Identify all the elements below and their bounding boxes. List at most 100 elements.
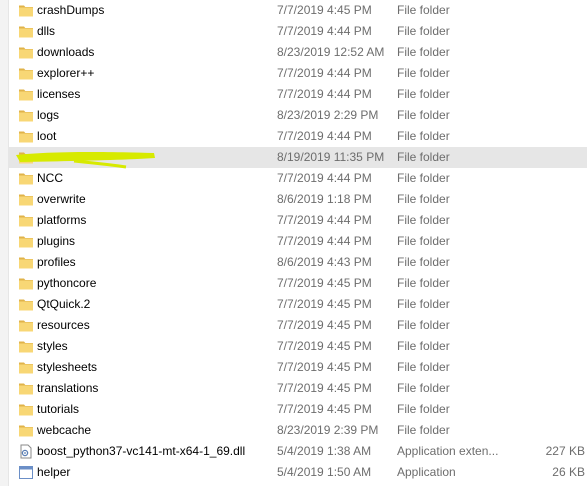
file-size bbox=[517, 231, 585, 252]
file-row-stylesheets[interactable]: stylesheets 7/7/2019 4:45 PM File folder bbox=[8, 357, 587, 378]
file-row-logs[interactable]: logs 8/23/2019 2:29 PM File folder bbox=[8, 105, 587, 126]
file-size: 227 KB bbox=[545, 444, 585, 458]
file-type: File folder bbox=[397, 108, 450, 122]
file-size bbox=[517, 378, 585, 399]
file-name: stylesheets bbox=[37, 360, 98, 374]
folder-icon bbox=[18, 234, 34, 249]
file-row-loot[interactable]: loot 7/7/2019 4:44 PM File folder bbox=[8, 126, 587, 147]
folder-icon bbox=[18, 213, 34, 228]
file-name: QtQuick.2 bbox=[37, 297, 91, 311]
file-row-qtquick-2[interactable]: QtQuick.2 7/7/2019 4:45 PM File folder bbox=[8, 294, 587, 315]
file-size bbox=[517, 105, 585, 126]
file-date-modified: 7/7/2019 4:44 PM bbox=[277, 24, 372, 38]
folder-icon bbox=[18, 24, 34, 39]
file-row-crashdumps[interactable]: crashDumps 7/7/2019 4:45 PM File folder bbox=[8, 0, 587, 21]
file-size bbox=[517, 63, 585, 84]
file-type: File folder bbox=[397, 339, 450, 353]
file-row-resources[interactable]: resources 7/7/2019 4:45 PM File folder bbox=[8, 315, 587, 336]
file-name: downloads bbox=[37, 45, 95, 59]
file-date-modified: 8/19/2019 11:35 PM bbox=[277, 150, 385, 164]
file-row-profiles[interactable]: profiles 8/6/2019 4:43 PM File folder bbox=[8, 252, 587, 273]
folder-icon bbox=[18, 255, 34, 270]
file-name: logs bbox=[37, 108, 60, 122]
file-type: File folder bbox=[397, 423, 450, 437]
file-list: crashDumps 7/7/2019 4:45 PM File folder dl… bbox=[0, 0, 587, 486]
file-type: Application exten... bbox=[397, 444, 499, 458]
folder-icon bbox=[18, 423, 34, 438]
file-type: File folder bbox=[397, 234, 450, 248]
file-size bbox=[517, 399, 585, 420]
file-row-translations[interactable]: translations 7/7/2019 4:45 PM File folder bbox=[8, 378, 587, 399]
file-size bbox=[517, 126, 585, 147]
file-date-modified: 7/7/2019 4:45 PM bbox=[277, 402, 372, 416]
file-type: File folder bbox=[397, 87, 450, 101]
file-size bbox=[517, 420, 585, 441]
file-date-modified: 7/7/2019 4:44 PM bbox=[277, 171, 372, 185]
file-row-mods[interactable]: mods 8/19/2019 11:35 PM File folder bbox=[8, 147, 587, 168]
folder-icon bbox=[18, 381, 34, 396]
file-name: overwrite bbox=[37, 192, 86, 206]
file-date-modified: 7/7/2019 4:44 PM bbox=[277, 234, 372, 248]
file-type: File folder bbox=[397, 66, 450, 80]
file-row-overwrite[interactable]: overwrite 8/6/2019 1:18 PM File folder bbox=[8, 189, 587, 210]
file-name: licenses bbox=[37, 87, 81, 101]
file-date-modified: 7/7/2019 4:45 PM bbox=[277, 318, 372, 332]
file-date-modified: 7/7/2019 4:45 PM bbox=[277, 381, 372, 395]
folder-icon bbox=[18, 318, 34, 333]
folder-icon bbox=[18, 87, 34, 102]
file-type: Application bbox=[397, 465, 456, 479]
dll-file-icon bbox=[18, 444, 34, 459]
file-size bbox=[517, 189, 585, 210]
file-name: NCC bbox=[37, 171, 63, 185]
folder-icon bbox=[18, 192, 34, 207]
folder-icon bbox=[18, 276, 34, 291]
file-row-boost-python37-vc141-mt-x64-1-69-dll[interactable]: boost_python37-vc141-mt-x64-1_69.dll 5/4/… bbox=[8, 441, 587, 462]
file-row-downloads[interactable]: downloads 8/23/2019 12:52 AM File folder bbox=[8, 42, 587, 63]
file-type: File folder bbox=[397, 360, 450, 374]
file-size bbox=[517, 168, 585, 189]
folder-icon bbox=[18, 108, 34, 123]
folder-icon bbox=[18, 402, 34, 417]
file-type: File folder bbox=[397, 318, 450, 332]
file-name: pythoncore bbox=[37, 276, 97, 290]
file-row-tutorials[interactable]: tutorials 7/7/2019 4:45 PM File folder bbox=[8, 399, 587, 420]
file-type: File folder bbox=[397, 150, 450, 164]
file-row-ncc[interactable]: NCC 7/7/2019 4:44 PM File folder bbox=[8, 168, 587, 189]
folder-icon bbox=[18, 339, 34, 354]
file-name: explorer++ bbox=[37, 66, 95, 80]
file-row-helper[interactable]: helper 5/4/2019 1:50 AM Application 26 KB bbox=[8, 462, 587, 483]
folder-icon bbox=[18, 150, 34, 165]
file-name: helper bbox=[37, 465, 71, 479]
file-name: webcache bbox=[37, 423, 92, 437]
file-type: File folder bbox=[397, 297, 450, 311]
file-date-modified: 5/4/2019 1:50 AM bbox=[277, 465, 372, 479]
file-type: File folder bbox=[397, 276, 450, 290]
file-date-modified: 8/23/2019 2:29 PM bbox=[277, 108, 379, 122]
file-date-modified: 5/4/2019 1:38 AM bbox=[277, 444, 372, 458]
file-name: styles bbox=[37, 339, 68, 353]
folder-icon bbox=[18, 45, 34, 60]
file-name: translations bbox=[37, 381, 99, 395]
file-date-modified: 7/7/2019 4:45 PM bbox=[277, 360, 372, 374]
file-date-modified: 8/23/2019 2:39 PM bbox=[277, 423, 379, 437]
file-row-plugins[interactable]: plugins 7/7/2019 4:44 PM File folder bbox=[8, 231, 587, 252]
file-size bbox=[517, 294, 585, 315]
file-name: tutorials bbox=[37, 402, 80, 416]
file-row-explorer-[interactable]: explorer++ 7/7/2019 4:44 PM File folder bbox=[8, 63, 587, 84]
file-date-modified: 8/6/2019 4:43 PM bbox=[277, 255, 372, 269]
file-size bbox=[517, 84, 585, 105]
file-row-webcache[interactable]: webcache 8/23/2019 2:39 PM File folder bbox=[8, 420, 587, 441]
file-date-modified: 7/7/2019 4:44 PM bbox=[277, 129, 372, 143]
folder-icon bbox=[18, 3, 34, 18]
file-type: File folder bbox=[397, 3, 450, 17]
file-row-dlls[interactable]: dlls 7/7/2019 4:44 PM File folder bbox=[8, 21, 587, 42]
file-row-pythoncore[interactable]: pythoncore 7/7/2019 4:45 PM File folder bbox=[8, 273, 587, 294]
application-icon bbox=[18, 465, 34, 480]
file-row-platforms[interactable]: platforms 7/7/2019 4:44 PM File folder bbox=[8, 210, 587, 231]
file-name: loot bbox=[37, 129, 57, 143]
folder-icon bbox=[18, 129, 34, 144]
file-size bbox=[517, 336, 585, 357]
file-row-styles[interactable]: styles 7/7/2019 4:45 PM File folder bbox=[8, 336, 587, 357]
file-name: plugins bbox=[37, 234, 76, 248]
file-row-licenses[interactable]: licenses 7/7/2019 4:44 PM File folder bbox=[8, 84, 587, 105]
